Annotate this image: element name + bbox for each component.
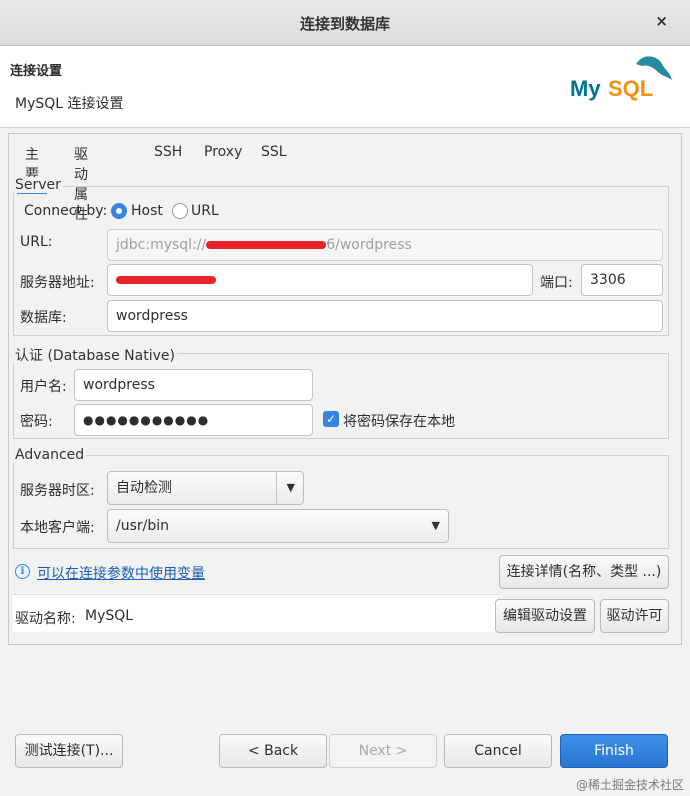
- url-label: URL:: [20, 234, 53, 250]
- cancel-button[interactable]: Cancel: [444, 734, 552, 768]
- save-password-label[interactable]: 将密码保存在本地: [343, 411, 455, 431]
- username-input[interactable]: wordpress: [74, 369, 313, 401]
- driver-license-button[interactable]: 驱动许可: [600, 599, 669, 633]
- advanced-group-label: Advanced: [13, 447, 87, 463]
- edit-driver-button[interactable]: 编辑驱动设置: [495, 599, 595, 633]
- url-prefix: jdbc:mysql://: [116, 237, 207, 253]
- driver-name-label: 驱动名称:: [15, 611, 76, 627]
- driver-name-value: MySQL: [85, 608, 134, 624]
- window-titlebar: 连接到数据库 ×: [0, 0, 690, 46]
- info-icon: i: [15, 564, 30, 579]
- tab-proxy[interactable]: Proxy: [204, 144, 242, 160]
- password-input[interactable]: ●●●●●●●●●●●: [74, 404, 313, 436]
- dialog-footer: 测试连接(T)... < Back Next > Cancel Finish: [0, 650, 690, 796]
- local-client-select[interactable]: /usr/bin ▼: [107, 509, 449, 543]
- next-button[interactable]: Next >: [329, 734, 437, 768]
- back-button[interactable]: < Back: [219, 734, 327, 768]
- password-label: 密码:: [20, 414, 53, 430]
- url-radio[interactable]: [172, 203, 188, 219]
- host-radio-label[interactable]: Host: [131, 203, 163, 219]
- timezone-value: 自动检测: [116, 480, 172, 496]
- logo-sql: SQL: [608, 76, 653, 101]
- chevron-down-icon: ▼: [431, 519, 440, 532]
- tab-ssl[interactable]: SSL: [261, 144, 287, 160]
- close-icon[interactable]: ×: [655, 12, 668, 30]
- tab-ssh[interactable]: SSH: [154, 144, 182, 160]
- port-label: 端口:: [540, 275, 573, 291]
- connect-by-label: Connect by:: [24, 203, 108, 219]
- test-connection-button[interactable]: 测试连接(T)...: [15, 734, 123, 768]
- chevron-down-icon: ▼: [286, 481, 295, 494]
- logo-my: My: [570, 76, 601, 101]
- local-client-value: /usr/bin: [116, 518, 170, 534]
- database-label: 数据库:: [20, 310, 67, 326]
- window-title: 连接到数据库: [299, 15, 390, 33]
- variables-link[interactable]: 可以在连接参数中使用变量: [37, 563, 205, 583]
- database-input[interactable]: wordpress: [107, 300, 663, 332]
- redaction-mark: [206, 241, 327, 249]
- host-radio[interactable]: [111, 203, 127, 219]
- host-label: 服务器地址:: [20, 275, 95, 291]
- url-suffix: 6/wordpress: [326, 237, 412, 253]
- finish-button[interactable]: Finish: [560, 734, 668, 768]
- timezone-select[interactable]: 自动检测 ▼: [107, 471, 304, 505]
- username-label: 用户名:: [20, 379, 67, 395]
- select-divider: [276, 472, 277, 504]
- host-input[interactable]: [107, 264, 533, 296]
- redaction-mark: [116, 276, 216, 284]
- url-radio-label[interactable]: URL: [191, 203, 219, 219]
- page-title: 连接设置: [10, 64, 63, 79]
- port-input[interactable]: 3306: [581, 264, 663, 296]
- timezone-label: 服务器时区:: [20, 483, 95, 499]
- watermark: @稀土掘金技术社区: [575, 778, 684, 792]
- save-password-checkbox[interactable]: ✓: [323, 411, 339, 427]
- page-description: MySQL 连接设置: [15, 96, 124, 112]
- connection-settings-panel: 主要 驱动属性 SSH Proxy SSL Server Connect by:…: [8, 133, 682, 645]
- connection-details-button[interactable]: 连接详情(名称、类型 ...): [499, 555, 669, 589]
- page-header: 连接设置 MySQL 连接设置 My SQL: [0, 46, 690, 128]
- auth-group-label: 认证 (Database Native): [13, 345, 177, 365]
- local-client-label: 本地客户端:: [20, 520, 95, 536]
- mysql-logo: My SQL: [570, 56, 672, 101]
- url-field: jdbc:mysql:// 6/wordpress: [107, 229, 663, 261]
- server-group-label: Server: [13, 177, 63, 193]
